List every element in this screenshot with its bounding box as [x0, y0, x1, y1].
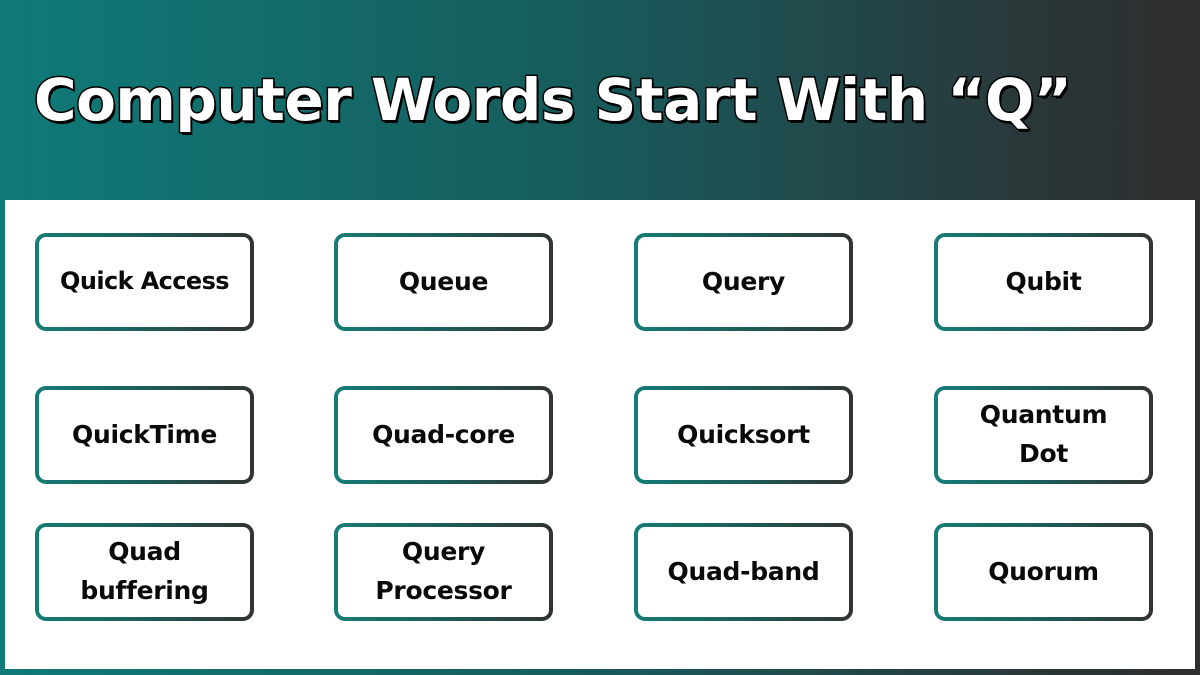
- word-label: Quick Access: [60, 267, 230, 296]
- word-card: Quad-core: [334, 386, 553, 484]
- word-label: Queue: [398, 266, 489, 296]
- word-card: Quad buffering: [35, 523, 254, 621]
- word-card: Quantum Dot: [934, 386, 1153, 484]
- word-label: QuickTime: [72, 419, 217, 449]
- word-card: Qubit: [934, 233, 1153, 331]
- page-title: Computer Words Start With “Q”: [32, 65, 1073, 136]
- word-card: Queue: [334, 233, 553, 331]
- word-label: Quorum: [988, 556, 1099, 586]
- word-card: Quick Access: [35, 233, 254, 331]
- word-label: Quad-core: [372, 419, 515, 449]
- word-card: Quicksort: [634, 386, 853, 484]
- word-card: Quorum: [934, 523, 1153, 621]
- word-card: QuickTime: [35, 386, 254, 484]
- word-label: Quicksort: [677, 419, 810, 449]
- word-label: Query Processor: [375, 537, 512, 605]
- word-label: Quantum Dot: [979, 400, 1108, 468]
- word-label: Quad-band: [667, 556, 820, 586]
- word-card: Query Processor: [334, 523, 553, 621]
- word-card: Quad-band: [634, 523, 853, 621]
- word-card: Query: [634, 233, 853, 331]
- word-label: Quad buffering: [80, 537, 209, 605]
- word-label: Qubit: [1005, 266, 1082, 296]
- word-label: Query: [701, 266, 786, 296]
